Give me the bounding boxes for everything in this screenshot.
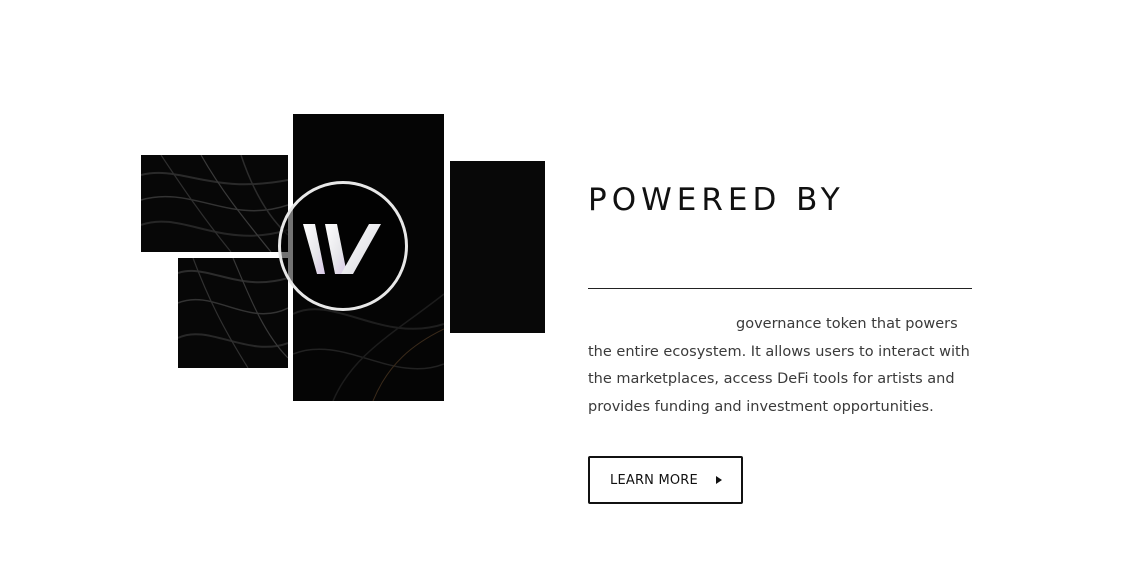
collage-image-top-left <box>141 155 288 252</box>
learn-more-button[interactable]: LEARN MORE <box>588 456 743 504</box>
description-line-2: the entire ecosystem. It allows users to… <box>588 343 970 360</box>
description-line-3: the marketplaces, access DeFi tools for … <box>588 371 955 387</box>
w-logo-icon <box>278 181 408 311</box>
page: POWERED BY governance token that powers … <box>0 0 1132 571</box>
section-heading: POWERED BY <box>588 182 845 218</box>
description-line-4: provides funding and investment opportun… <box>588 398 934 415</box>
section-description: governance token that powers the entire … <box>588 311 978 421</box>
play-arrow-icon <box>715 476 722 484</box>
collage-image-bottom-left <box>178 258 288 368</box>
description-line-1: governance token that powers <box>736 316 958 332</box>
collage-image-right <box>450 161 545 333</box>
heading-divider <box>588 288 972 289</box>
learn-more-label: LEARN MORE <box>610 472 698 488</box>
